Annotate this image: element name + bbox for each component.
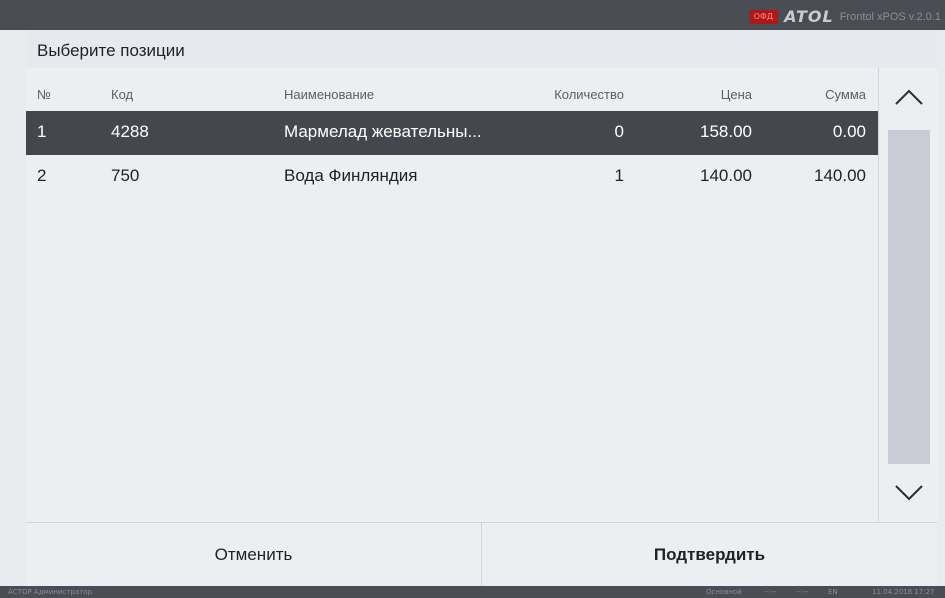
top-bar: ОФД ATOL Frontol xPOS v.2.0.1 [0,0,945,30]
scroll-track[interactable] [888,130,930,464]
col-header-code: Код [111,87,134,102]
cell-price: 140.00 [700,166,752,185]
positions-table: № Код Наименование Количество Цена Сумма… [26,68,878,522]
cell-qty: 1 [614,166,624,185]
product-version: Frontol xPOS v.2.0.1 [839,11,941,23]
chevron-down-icon [894,485,923,501]
cell-price: 158.00 [700,122,752,141]
cell-no: 2 [37,166,47,185]
chevron-up-icon [894,89,923,105]
scroll-up-button[interactable] [879,68,938,126]
scrollbar[interactable] [878,68,938,522]
scroll-down-button[interactable] [879,464,938,522]
dialog-footer: Отменить Подтвердить [26,522,937,587]
status-datetime: 11.04.2018 17:27 [872,588,935,596]
status-mode: Основной [706,588,742,596]
cell-name: Мармелад жевательны... [284,122,482,141]
cell-no: 1 [37,122,47,141]
table-row[interactable]: 1 4288 Мармелад жевательны... 0 158.00 0… [26,111,878,155]
col-header-price: Цена [720,87,752,102]
cancel-button[interactable]: Отменить [26,523,482,587]
col-header-name: Наименование [284,87,375,102]
cell-sum: 0.00 [832,122,866,141]
select-positions-dialog: Выберите позиции № Код Наименование Коли… [26,30,938,587]
status-user: АСТОР Администратор [8,588,92,596]
col-header-qty: Количество [554,87,624,102]
brand: ОФД ATOL Frontol xPOS v.2.0.1 [748,7,941,26]
ofd-badge: ОФД [748,10,779,24]
status-slot-1: --:-- [764,588,777,596]
cell-qty: 0 [614,122,624,141]
status-language: EN [828,588,838,596]
confirm-button[interactable]: Подтвердить [482,523,937,587]
dialog-header: Выберите позиции [26,30,937,69]
cell-code: 750 [111,166,140,185]
cell-name: Вода Финляндия [284,166,418,185]
col-header-sum: Сумма [825,87,866,102]
table-row[interactable]: 2 750 Вода Финляндия 1 140.00 140.00 [26,155,878,199]
table-header: № Код Наименование Количество Цена Сумма [26,68,878,111]
dialog-title: Выберите позиции [37,41,185,60]
status-bar: АСТОР Администратор Основной --:-- --:--… [0,586,945,598]
cell-sum: 140.00 [814,166,866,185]
cell-code: 4288 [111,122,149,141]
col-header-no: № [37,87,51,102]
atol-logo: ATOL [784,7,834,26]
status-slot-2: --:-- [796,588,809,596]
